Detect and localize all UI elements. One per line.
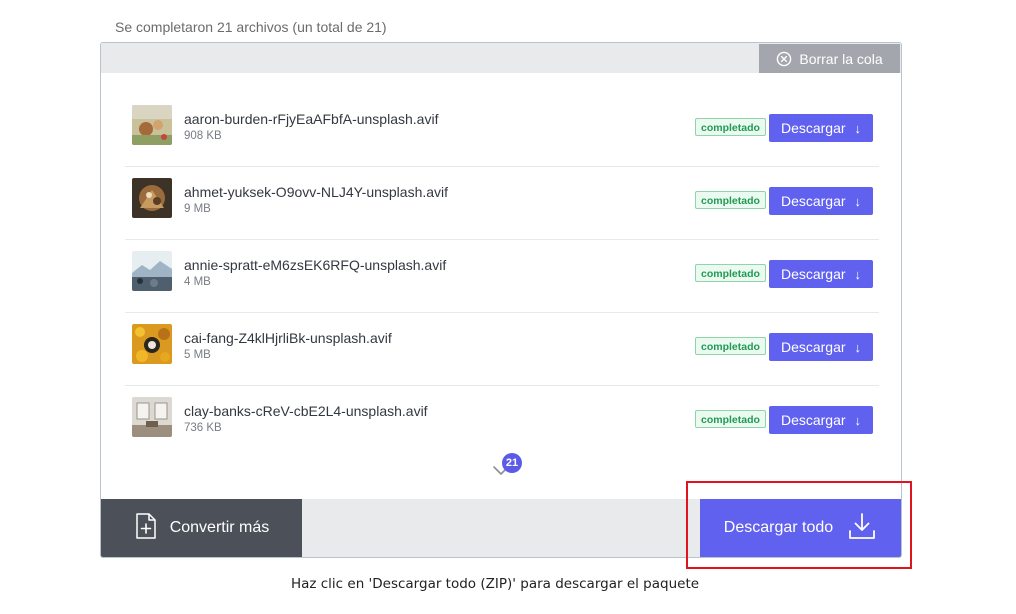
status-badge: completado: [695, 337, 766, 355]
file-name: aaron-burden-rFjyEaAFbfA-unsplash.avif: [184, 111, 439, 127]
remaining-count-badge: 21: [502, 453, 522, 473]
file-list: aaron-burden-rFjyEaAFbfA-unsplash.avif 9…: [125, 94, 879, 459]
download-label: Descargar: [780, 266, 846, 282]
file-thumbnail: [132, 251, 172, 291]
arrow-down-icon: ↓: [854, 339, 862, 355]
file-name: ahmet-yuksek-O9ovv-NLJ4Y-unsplash.avif: [184, 184, 449, 200]
file-thumbnail: [132, 324, 172, 364]
file-row: clay-banks-cReV-cbE2L4-unsplash.avif 736…: [125, 386, 879, 459]
status-badge: completado: [695, 410, 766, 428]
file-size: 908 KB: [184, 130, 222, 142]
highlight-box: [686, 481, 912, 569]
download-label: Descargar: [780, 120, 846, 136]
download-label: Descargar: [780, 193, 846, 209]
download-label: Descargar: [780, 412, 846, 428]
download-button[interactable]: Descargar ↓: [769, 333, 873, 361]
status-badge: completado: [695, 191, 766, 209]
file-size: 4 MB: [184, 276, 211, 288]
file-row: ahmet-yuksek-O9ovv-NLJ4Y-unsplash.avif 9…: [125, 167, 879, 240]
instruction-caption: Haz clic en 'Descargar todo (ZIP)' para …: [290, 576, 700, 592]
file-thumbnail: [132, 397, 172, 437]
arrow-down-icon: ↓: [854, 120, 862, 136]
page: Se completaron 21 archivos (un total de …: [0, 0, 1016, 614]
file-name: annie-spratt-eM6zsEK6RFQ-unsplash.avif: [184, 257, 447, 273]
file-name: clay-banks-cReV-cbE2L4-unsplash.avif: [184, 403, 428, 419]
convert-more-button[interactable]: Convertir más: [101, 499, 302, 557]
arrow-down-icon: ↓: [854, 266, 862, 282]
convert-more-label: Convertir más: [169, 519, 270, 536]
status-badge: completado: [695, 264, 766, 282]
clear-queue-label: Borrar la cola: [799, 50, 883, 67]
close-circle-icon: [776, 51, 792, 67]
status-badge: completado: [695, 118, 766, 136]
arrow-down-icon: ↓: [854, 412, 862, 428]
clear-queue-button[interactable]: Borrar la cola: [759, 44, 900, 73]
file-row: annie-spratt-eM6zsEK6RFQ-unsplash.avif 4…: [125, 240, 879, 313]
download-button[interactable]: Descargar ↓: [769, 114, 873, 142]
download-button[interactable]: Descargar ↓: [769, 187, 873, 215]
file-name: cai-fang-Z4klHjrliBk-unsplash.avif: [184, 330, 392, 346]
file-row: aaron-burden-rFjyEaAFbfA-unsplash.avif 9…: [125, 94, 879, 167]
arrow-down-icon: ↓: [854, 193, 862, 209]
download-label: Descargar: [780, 339, 846, 355]
file-row: cai-fang-Z4klHjrliBk-unsplash.avif 5 MB …: [125, 313, 879, 386]
file-size: 736 KB: [184, 422, 222, 434]
completion-summary: Se completaron 21 archivos (un total de …: [115, 19, 387, 35]
file-size: 9 MB: [184, 203, 211, 215]
file-thumbnail: [132, 105, 172, 145]
download-button[interactable]: Descargar ↓: [769, 406, 873, 434]
file-plus-icon: [134, 512, 158, 545]
file-thumbnail: [132, 178, 172, 218]
queue-toolbar: Borrar la cola: [101, 43, 901, 73]
download-button[interactable]: Descargar ↓: [769, 260, 873, 288]
file-size: 5 MB: [184, 349, 211, 361]
